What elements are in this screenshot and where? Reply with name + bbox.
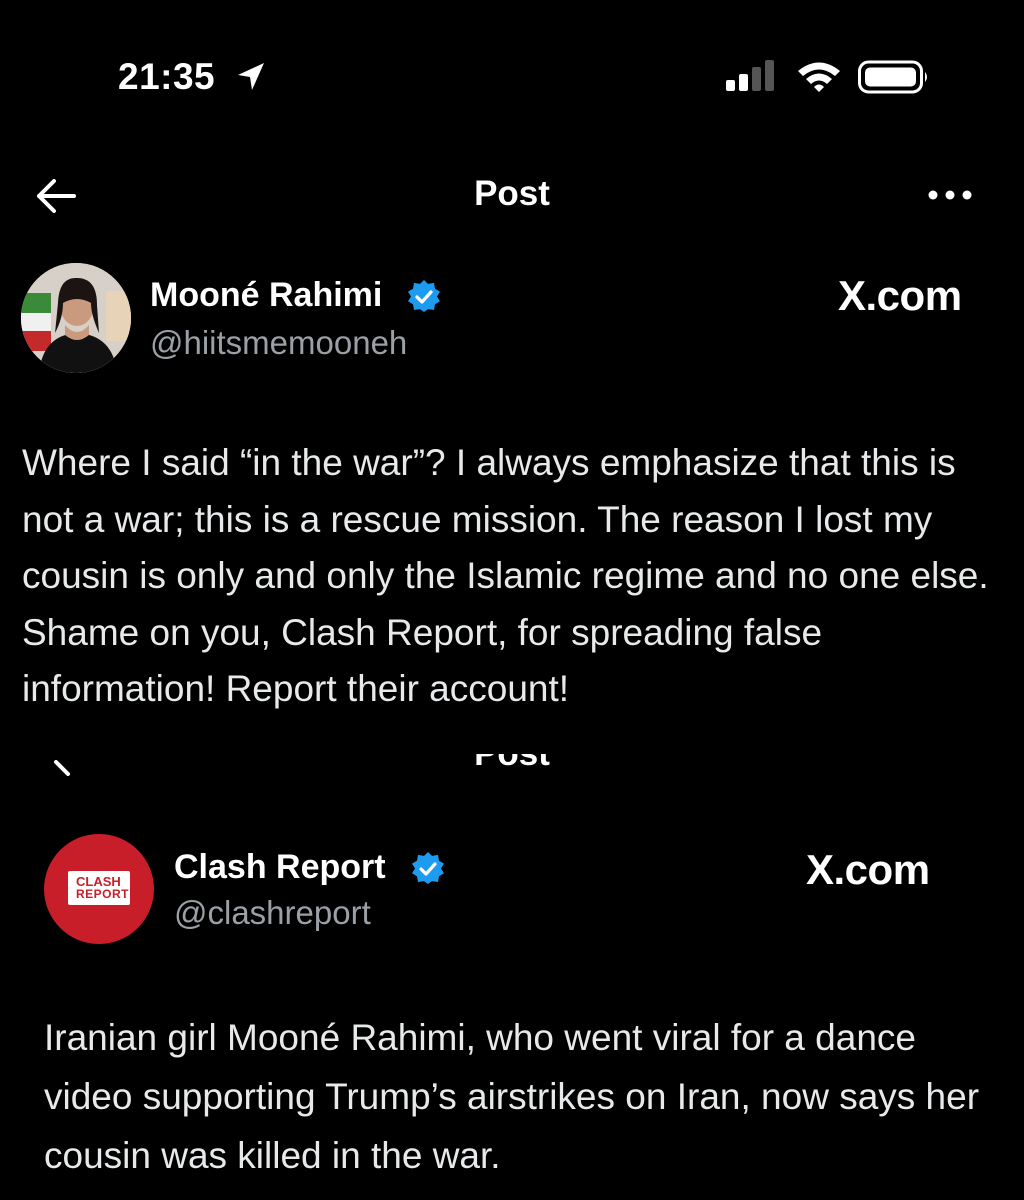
quoted-screenshot-header: Post <box>0 754 1024 776</box>
status-time: 21:35 <box>118 56 216 97</box>
logo-text-line2: REPORT <box>76 887 130 901</box>
x-com-watermark: X.com <box>806 846 930 893</box>
more-horizontal-icon <box>928 190 972 200</box>
battery-icon <box>858 60 927 94</box>
author-avatar[interactable] <box>21 263 131 373</box>
x-com-watermark: X.com <box>838 272 962 319</box>
cellular-signal-icon <box>726 60 774 91</box>
screen: 21:35 Post Mooné Rahimi @hiitsmemooneh X… <box>0 0 1024 1200</box>
more-options-button[interactable] <box>926 180 974 210</box>
quoted-author-avatar[interactable]: CLASH REPORT <box>44 834 154 944</box>
quoted-header-title: Post <box>0 754 1024 774</box>
quoted-post-text: Iranian girl Mooné Rahimi, who went vira… <box>44 1017 980 1176</box>
page-title: Post <box>474 174 550 213</box>
quoted-author-name[interactable]: Clash Report <box>174 848 386 887</box>
post-text: Where I said “in the war”? I always emph… <box>22 442 989 709</box>
verified-badge-icon <box>408 280 440 312</box>
clash-report-logo: CLASH REPORT <box>68 871 130 905</box>
wifi-icon <box>798 62 840 92</box>
author-name[interactable]: Mooné Rahimi <box>150 276 382 315</box>
verified-badge-icon <box>412 852 444 884</box>
quoted-author-handle[interactable]: @clashreport <box>174 894 371 932</box>
location-arrow-icon <box>238 63 264 90</box>
author-handle[interactable]: @hiitsmemooneh <box>150 324 407 362</box>
